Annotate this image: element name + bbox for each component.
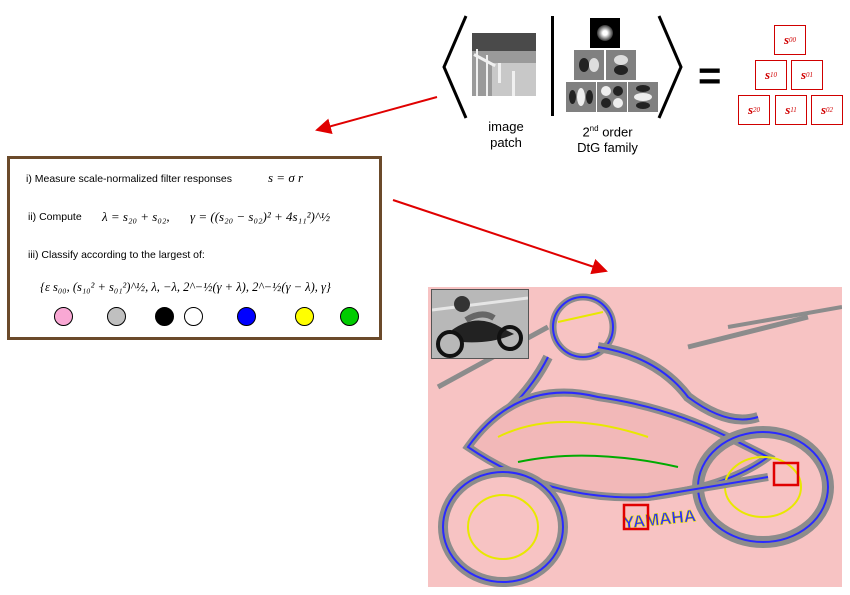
class-dot-slope: [107, 307, 126, 326]
gamma-equation: γ = ((s₂₀ − s₀₂)² + 4s₁₁²)^½: [190, 209, 331, 224]
class-dot-dark-line: [237, 307, 256, 326]
original-image-thumbnail: [431, 289, 529, 359]
step-compute: ii) Compute: [28, 211, 82, 223]
step-measure: i) Measure scale-normalized filter respo…: [26, 173, 232, 185]
measure-equation: s = σ r: [268, 170, 304, 185]
arrow-to-panel: [315, 96, 438, 135]
class-dot-flat: [54, 307, 73, 326]
highlight-box-wheel: [772, 461, 800, 487]
class-dot-light-blob: [184, 307, 203, 326]
class-dot-dark-blob: [155, 307, 174, 326]
classify-equation: {ε s₀₀, (s₁₀² + s₀₁²)^½, λ, −λ, 2^−½(γ +…: [40, 280, 331, 294]
arrow-to-image: [392, 199, 608, 275]
classification-panel: i) Measure scale-normalized filter respo…: [7, 156, 382, 340]
step-classify: iii) Classify according to the largest o…: [28, 249, 205, 261]
lambda-equation: λ = s₂₀ + s₀₂,: [102, 209, 170, 224]
class-dot-light-line: [295, 307, 314, 326]
class-dot-saddle: [340, 307, 359, 326]
